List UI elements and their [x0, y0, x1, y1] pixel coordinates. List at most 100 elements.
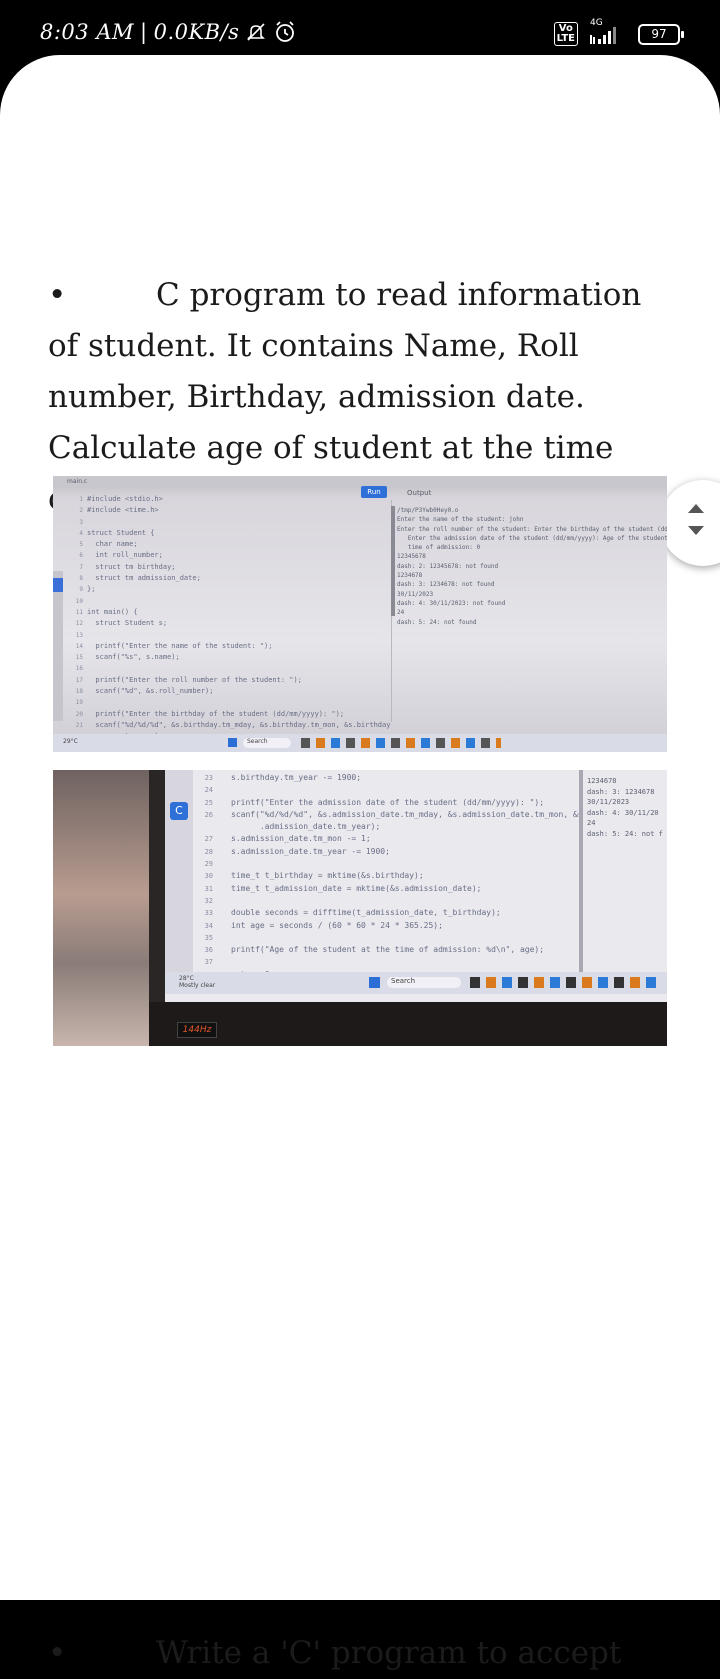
output-line: dash: 5: 24: not found [397, 618, 477, 626]
taskbar-search[interactable]: Search [243, 738, 291, 748]
windows-taskbar-2: 28°C Mostly clear Search [165, 972, 667, 994]
line-number: 12 [75, 620, 83, 628]
line-number: 33 [204, 909, 213, 918]
line-number: 16 [75, 665, 83, 673]
line-number: 10 [75, 597, 83, 605]
output-line: 30/11/2023 [587, 798, 630, 806]
status-left: 8:03 AM | 0.0KB/s [40, 20, 297, 44]
code-line: .admission_date.tm_year); [231, 822, 381, 832]
output-line: dash: 3: 1234678: not found [397, 581, 495, 589]
bullet: • [48, 1635, 67, 1671]
line-number: 20 [75, 710, 83, 718]
status-right: Vo LTE 4G 97 [553, 18, 684, 46]
line-number: 6 [79, 552, 83, 560]
weather-widget: 29°C [63, 738, 78, 745]
code-line: time_t t_admission_date = mktime(&s.admi… [231, 883, 482, 893]
code-line: struct tm birthday; [87, 562, 176, 571]
line-number: 4 [79, 529, 83, 537]
line-number: 21 [75, 721, 83, 729]
code-line: double seconds = difftime(t_admission_da… [231, 908, 501, 918]
output-scrollbar[interactable] [391, 506, 395, 616]
start-icon-2[interactable] [369, 977, 380, 988]
taskbar-apps[interactable] [301, 738, 501, 748]
line-number: 34 [204, 921, 213, 930]
code-line: char name; [87, 540, 138, 549]
code-photo-1: main.c Run Output 1 2 3 4 5 6 7 8 9 10 11 12 13 14 15 1… [53, 476, 667, 752]
output-line: 1234678 [587, 777, 617, 785]
line-number: 9 [79, 586, 83, 594]
status-time: 8:03 AM [40, 20, 135, 44]
line-number: 28 [204, 847, 213, 856]
line-number: 13 [75, 631, 83, 639]
code-line: struct Student { [87, 528, 155, 537]
net-speed: 0.0KB/s [153, 20, 240, 44]
cell-signal-icon: 4G [588, 18, 628, 46]
code-line: s.admission_date.tm_mon -= 1; [231, 834, 371, 844]
line-number: 26 [204, 810, 213, 819]
line-number: 19 [75, 699, 83, 707]
ide-sidebar-active[interactable] [53, 578, 63, 592]
code-line: #include <stdio.h> [87, 495, 163, 503]
output-console-1: /tmp/P3Ywb0Hey0.o Enter the name of the s… [397, 506, 667, 627]
alarm-icon [276, 21, 295, 42]
line-number: 14 [75, 642, 83, 650]
c-language-icon[interactable]: C [170, 802, 188, 820]
code-line: s.admission_date.tm_year -= 1900; [231, 846, 390, 856]
code-line: scanf("%d/%d/%d", &s.admission_date.tm_m… [231, 809, 583, 819]
line-number: 25 [204, 798, 213, 807]
line-number [195, 821, 213, 833]
fast-scroll-handle[interactable] [660, 480, 720, 566]
line-number: 5 [79, 541, 83, 549]
line-number: 11 [75, 608, 83, 616]
code-line: printf("Enter the birthday of the studen… [87, 709, 345, 718]
scroll-down-icon [688, 526, 704, 535]
line-number: 23 [204, 774, 213, 782]
line-number: 1 [79, 496, 83, 503]
line-numbers-1: 123456789101112131415161718192021 222324 [65, 494, 83, 752]
code-line: scanf("%s", s.name); [87, 653, 180, 662]
volte-badge: Vo LTE [553, 22, 578, 46]
line-number: 7 [79, 563, 83, 571]
monitor-badge: 144Hz [177, 1022, 217, 1038]
code-line: printf("Enter the admission date of the … [231, 797, 545, 807]
output-line: 1234678 [397, 572, 423, 580]
file-tab: main.c [67, 478, 88, 485]
line-number: 15 [75, 654, 83, 662]
line-number: 3 [79, 518, 83, 526]
taskbar-apps-2[interactable] [470, 977, 660, 988]
output-line: Enter the admission date of the student … [397, 534, 667, 542]
output-line: dash: 5: 24: not f [587, 829, 663, 838]
output-line: 30/11/2023 [397, 590, 434, 598]
line-number: 29 [204, 860, 213, 869]
output-line: 24 [397, 609, 405, 617]
line-numbers-2: 23242526 27282930313233343536373839 [195, 772, 213, 993]
code-photo-2: C 23242526 27282930313233343536373839 s.… [53, 770, 667, 1046]
code-line: scanf("%d/%d/%d", &s.birthday.tm_mday, &… [87, 720, 391, 729]
line-number: 24 [204, 786, 213, 795]
code-line: time_t t_birthday = mktime(&s.birthday); [231, 871, 424, 881]
output-console-2: 1234678 dash: 3: 1234678 30/11/2023 dash: 4… [587, 776, 663, 839]
taskbar-search-2[interactable]: Search [387, 977, 461, 988]
output-line: dash: 2: 12345678: not found [397, 562, 499, 570]
output-line: Enter the roll number of the student: En… [397, 525, 667, 533]
line-number: 37 [204, 958, 213, 967]
code-line: int age = seconds / (60 * 60 * 24 * 365.… [231, 920, 443, 930]
code-line: scanf("%d", &s.roll_number); [87, 687, 214, 696]
output-line: dash: 3: 1234678 [587, 787, 655, 796]
bullet: • [48, 277, 67, 313]
code-editor-1: #include <stdio.h> #include <time.h> stru… [87, 494, 390, 752]
line-number: 30 [204, 872, 213, 881]
code-line: printf("Enter the roll number of the stu… [87, 675, 302, 684]
weather-widget-2: 28°C Mostly clear [179, 975, 216, 989]
scroll-up-icon [688, 504, 704, 513]
output-line: 12345678 [397, 553, 426, 561]
output-line: /tmp/P3Ywb0Hey0.o [397, 507, 459, 514]
start-icon[interactable] [228, 738, 237, 747]
notifications-muted-icon [247, 23, 266, 41]
output-line: dash: 4: 30/11/2023: not found [397, 599, 506, 607]
